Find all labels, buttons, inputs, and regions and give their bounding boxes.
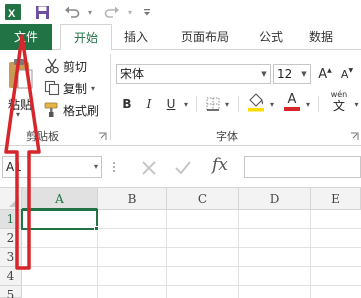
increase-font-size-label: A (318, 66, 328, 82)
phonetic-dropdown-icon[interactable]: ▾ (352, 94, 361, 114)
column-header-b[interactable]: B (98, 188, 167, 210)
decrease-font-size-label: A (340, 67, 349, 81)
column-header-a[interactable]: A (22, 188, 98, 210)
chevron-down-icon: ▾ (16, 110, 21, 119)
fill-handle[interactable] (94, 226, 99, 231)
brush-icon (44, 102, 60, 118)
cut-button[interactable]: 剪切 (44, 56, 87, 76)
formula-bar-grip-icon[interactable] (112, 160, 116, 174)
bold-button[interactable]: B (118, 94, 136, 114)
clipboard-group-label: 剪贴板 (26, 130, 59, 143)
dialog-launcher-icon[interactable] (98, 130, 107, 140)
tab-file[interactable]: 文件 (0, 24, 52, 50)
group-divider (196, 96, 197, 112)
chevron-down-icon: ▼ (301, 70, 307, 78)
select-all-corner[interactable] (0, 188, 22, 210)
ribbon-home: 粘贴 ▾ 剪切 复制 ▾ 格式刷 剪贴板 宋体 ▼ 12 ▼ A ▲ A ▼ B… (0, 50, 361, 146)
row-header-4[interactable]: 4 (0, 267, 22, 286)
worksheet-grid: A B C D E 1 2 3 4 5 (0, 188, 361, 298)
save-icon[interactable] (32, 2, 52, 22)
underline-button[interactable]: U (162, 94, 180, 114)
font-color-swatch (284, 107, 300, 111)
tab-home[interactable]: 开始 (60, 24, 112, 51)
group-divider (238, 96, 239, 112)
caret-up-icon: ▲ (327, 66, 332, 74)
font-name-value: 宋体 (120, 67, 145, 81)
format-painter-label: 格式刷 (63, 103, 100, 118)
tab-data[interactable]: 数据 (298, 24, 344, 50)
redo-dropdown-icon[interactable]: ▾ (124, 2, 136, 22)
format-painter-button[interactable]: 格式刷 (44, 100, 99, 120)
borders-icon[interactable] (204, 94, 222, 114)
ribbon-tabs: 文件 开始 插入 页面布局 公式 数据 (0, 24, 361, 51)
scissors-icon (44, 58, 60, 74)
row-header-3[interactable]: 3 (0, 248, 22, 267)
row-header-1[interactable]: 1 (0, 210, 22, 229)
copy-icon (44, 80, 60, 96)
row-header-2[interactable]: 2 (0, 229, 22, 248)
excel-icon[interactable]: X (2, 2, 24, 22)
fill-color-dropdown-icon[interactable]: ▾ (267, 94, 277, 114)
enter-check-icon[interactable] (174, 159, 192, 177)
phonetic-label: wén (330, 90, 348, 99)
cancel-icon[interactable] (140, 159, 158, 177)
phonetic-guide-button[interactable]: wén 文 (326, 90, 352, 116)
font-color-button[interactable]: A (282, 90, 302, 114)
name-box[interactable]: A1 ▾ (2, 156, 102, 178)
font-group-label: 字体 (216, 130, 238, 143)
font-size-value: 12 (277, 67, 293, 81)
dialog-launcher-icon[interactable] (350, 130, 359, 140)
tab-insert[interactable]: 插入 (112, 24, 160, 50)
font-color-dropdown-icon[interactable]: ▾ (303, 94, 313, 114)
decrease-font-size-button[interactable]: A ▼ (338, 64, 356, 84)
quick-access-toolbar: X ▾ ▾ (0, 0, 361, 24)
svg-text:X: X (8, 8, 16, 20)
tab-formulas[interactable]: 公式 (250, 24, 292, 50)
undo-icon[interactable] (62, 2, 82, 22)
copy-label: 复制 (63, 81, 88, 96)
caret-down-icon: ▼ (348, 66, 354, 74)
active-cell-a1[interactable] (21, 209, 98, 230)
name-box-value: A1 (6, 160, 22, 174)
column-header-d[interactable]: D (239, 188, 311, 210)
column-header-e[interactable]: E (311, 188, 361, 210)
column-header-c[interactable]: C (167, 188, 239, 210)
font-name-select[interactable]: 宋体 ▼ (116, 64, 271, 84)
formula-bar: A1 ▾ fx (0, 146, 361, 188)
copy-button[interactable]: 复制 ▾ (44, 78, 95, 98)
tab-page-layout[interactable]: 页面布局 (166, 24, 244, 50)
chevron-down-icon: ▾ (93, 162, 98, 171)
chevron-down-icon: ▾ (91, 83, 96, 93)
font-size-select[interactable]: 12 ▼ (273, 64, 311, 84)
underline-dropdown-icon[interactable]: ▾ (181, 94, 191, 114)
redo-icon[interactable] (102, 2, 122, 22)
insert-function-button[interactable]: fx (212, 155, 228, 175)
paste-icon (6, 58, 34, 95)
phonetic-char: 文 (332, 99, 345, 113)
group-divider (110, 54, 111, 140)
increase-font-size-button[interactable]: A ▲ (316, 64, 334, 84)
cut-label: 剪切 (63, 59, 88, 74)
undo-dropdown-icon[interactable]: ▾ (84, 2, 96, 22)
chevron-down-icon: ▼ (261, 70, 267, 78)
group-divider (318, 96, 319, 112)
formula-input[interactable] (244, 156, 361, 178)
borders-dropdown-icon[interactable]: ▾ (222, 94, 232, 114)
italic-button[interactable]: I (140, 94, 158, 114)
fill-color-icon[interactable] (246, 90, 266, 114)
font-color-label: A (287, 92, 297, 108)
paste-button[interactable]: 粘贴 ▾ (2, 54, 38, 124)
row-header-5[interactable]: 5 (0, 286, 22, 298)
customize-icon[interactable] (140, 2, 154, 22)
